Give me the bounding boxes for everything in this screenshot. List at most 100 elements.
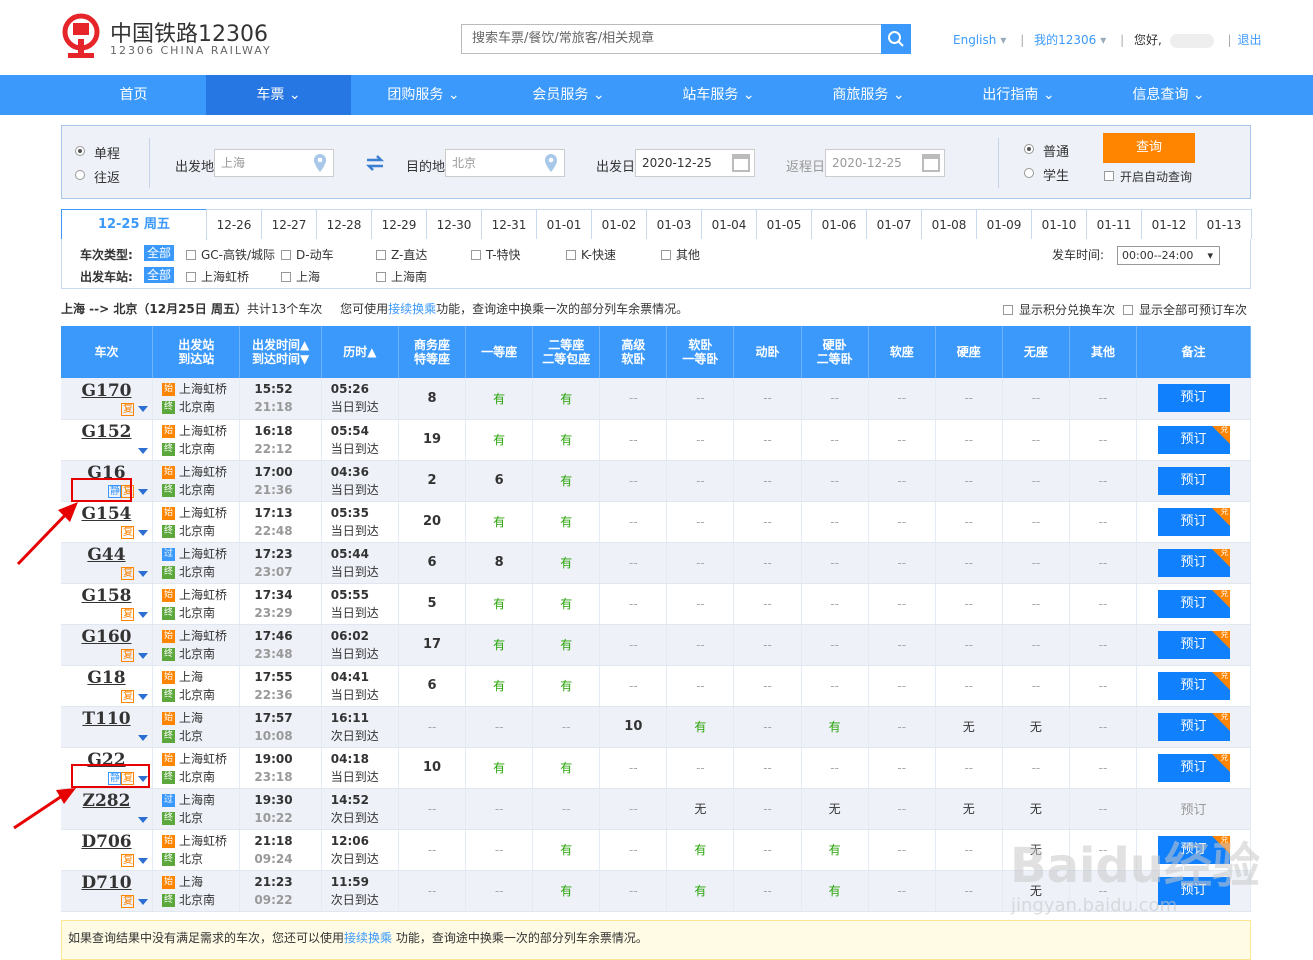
chevron-down-icon[interactable] (138, 652, 148, 659)
date-tab[interactable]: 01-05 (756, 209, 812, 239)
date-tab[interactable]: 01-02 (591, 209, 647, 239)
query-button[interactable]: 查询 (1103, 133, 1195, 163)
date-tab[interactable]: 01-04 (701, 209, 757, 239)
chevron-down-icon[interactable] (138, 693, 148, 700)
auto-query-checkbox[interactable] (1104, 171, 1114, 181)
nav-business[interactable]: 商旅服务 ⌄ (796, 75, 941, 115)
train-number[interactable]: G152 (81, 422, 131, 442)
depart-time-select[interactable]: 00:00--24:00 ▾ (1117, 246, 1220, 265)
date-tab[interactable]: 01-07 (866, 209, 922, 239)
to-input[interactable]: 北京 (445, 149, 565, 177)
chevron-down-icon[interactable] (138, 529, 148, 536)
column-header: 一等座 (465, 326, 534, 378)
chevron-down-icon[interactable] (138, 898, 148, 905)
chevron-down-icon[interactable] (138, 488, 148, 495)
nav-group[interactable]: 团购服务 ⌄ (351, 75, 496, 115)
column-header[interactable]: 历时▲ (321, 326, 400, 378)
chevron-down-icon[interactable] (138, 611, 148, 618)
date-tab[interactable]: 12-25 周五 (61, 209, 207, 240)
book-button[interactable]: 预订兑 (1157, 630, 1230, 659)
chevron-down-icon[interactable] (138, 857, 148, 864)
chevron-down-icon[interactable] (138, 570, 148, 577)
train-number[interactable]: T110 (82, 709, 130, 729)
train-number[interactable]: G170 (81, 381, 131, 401)
logout-link[interactable]: 退出 (1238, 33, 1262, 47)
nav-tickets[interactable]: 车票 ⌄ (206, 75, 351, 115)
date-tab[interactable]: 12-27 (261, 209, 317, 239)
train-number[interactable]: G154 (81, 504, 131, 524)
my-12306-link[interactable]: 我的12306 (1034, 33, 1096, 47)
english-link[interactable]: English (953, 33, 996, 47)
transfer-link[interactable]: 接续换乘 (388, 302, 436, 316)
nav-info[interactable]: 信息查询 ⌄ (1096, 75, 1241, 115)
calendar-icon[interactable] (732, 154, 750, 172)
date-tab[interactable]: 12-28 (316, 209, 372, 239)
nav-home[interactable]: 首页 (61, 75, 206, 115)
type-k-option[interactable]: K-快速 (566, 246, 616, 263)
site-search-input[interactable]: 搜索车票/餐饮/常旅客/相关规章 (461, 24, 881, 54)
column-header[interactable]: 出发时间▲ 到达时间▼ (239, 326, 322, 378)
duration-cell: 05:26 当日到达 (321, 378, 400, 420)
book-button[interactable]: 预订 (1157, 466, 1230, 495)
type-gc-option[interactable]: GC-高铁/城际 (186, 246, 275, 263)
train-number[interactable]: D706 (81, 832, 131, 852)
train-number[interactable]: Z282 (83, 791, 131, 811)
railway-logo-icon[interactable] (60, 13, 102, 59)
type-all-button[interactable]: 全部 (144, 245, 174, 261)
book-button[interactable]: 预订兑 (1157, 507, 1230, 536)
date-tab[interactable]: 01-12 (1141, 209, 1197, 239)
chevron-down-icon[interactable] (138, 816, 148, 823)
station-all-button[interactable]: 全部 (144, 267, 174, 283)
all-bookable-option[interactable]: 显示全部可预订车次 (1123, 301, 1247, 318)
from-input[interactable]: 上海 (214, 149, 334, 177)
type-other-option[interactable]: 其他 (661, 246, 700, 263)
transfer-link[interactable]: 接续换乘 (344, 931, 392, 945)
date-tab[interactable]: 01-09 (976, 209, 1032, 239)
nav-guide[interactable]: 出行指南 ⌄ (946, 75, 1091, 115)
date-tab[interactable]: 01-11 (1086, 209, 1142, 239)
date-tab[interactable]: 01-10 (1031, 209, 1087, 239)
date-tab[interactable]: 01-06 (811, 209, 867, 239)
chevron-down-icon[interactable] (138, 406, 148, 413)
book-button[interactable]: 预订兑 (1157, 589, 1230, 618)
points-option[interactable]: 显示积分兑换车次 (1003, 301, 1115, 318)
book-button[interactable]: 预订兑 (1157, 425, 1230, 454)
train-number[interactable]: G44 (87, 545, 125, 565)
radio-normal[interactable] (1024, 144, 1034, 154)
radio-student[interactable] (1024, 168, 1034, 178)
nav-member[interactable]: 会员服务 ⌄ (496, 75, 641, 115)
nav-station[interactable]: 站车服务 ⌄ (646, 75, 791, 115)
train-number[interactable]: G160 (81, 627, 131, 647)
date-tab[interactable]: 01-08 (921, 209, 977, 239)
date-tab[interactable]: 01-01 (536, 209, 592, 239)
book-button[interactable]: 预订兑 (1157, 753, 1230, 782)
date-tab[interactable]: 12-30 (426, 209, 482, 239)
station-south-option[interactable]: 上海南 (376, 268, 427, 285)
book-button[interactable]: 预订 (1157, 384, 1230, 413)
book-button[interactable]: 预订兑 (1157, 712, 1230, 741)
train-number[interactable]: D710 (81, 873, 131, 893)
book-button[interactable]: 预订兑 (1157, 671, 1230, 700)
chevron-down-icon[interactable] (138, 734, 148, 741)
search-button[interactable] (881, 24, 911, 54)
calendar-icon[interactable] (922, 154, 940, 172)
date-tab[interactable]: 12-26 (206, 209, 262, 239)
date-tab[interactable]: 01-03 (646, 209, 702, 239)
book-button[interactable]: 预订兑 (1157, 548, 1230, 577)
type-z-option[interactable]: Z-直达 (376, 246, 427, 263)
date-tab[interactable]: 12-31 (481, 209, 537, 239)
date-tab[interactable]: 01-13 (1196, 209, 1252, 239)
radio-oneway[interactable] (75, 146, 85, 156)
radio-round[interactable] (75, 170, 85, 180)
swap-icon[interactable] (365, 155, 385, 171)
station-shanghai-option[interactable]: 上海 (281, 268, 320, 285)
return-date-input[interactable]: 2020-12-25 (825, 149, 945, 177)
date-tab[interactable]: 12-29 (371, 209, 427, 239)
chevron-down-icon[interactable] (138, 447, 148, 454)
station-hongqiao-option[interactable]: 上海虹桥 (186, 268, 249, 285)
type-t-option[interactable]: T-特快 (471, 246, 521, 263)
type-d-option[interactable]: D-动车 (281, 246, 334, 263)
depart-date-input[interactable]: 2020-12-25 (635, 149, 755, 177)
train-number[interactable]: G158 (81, 586, 131, 606)
train-number[interactable]: G18 (87, 668, 125, 688)
